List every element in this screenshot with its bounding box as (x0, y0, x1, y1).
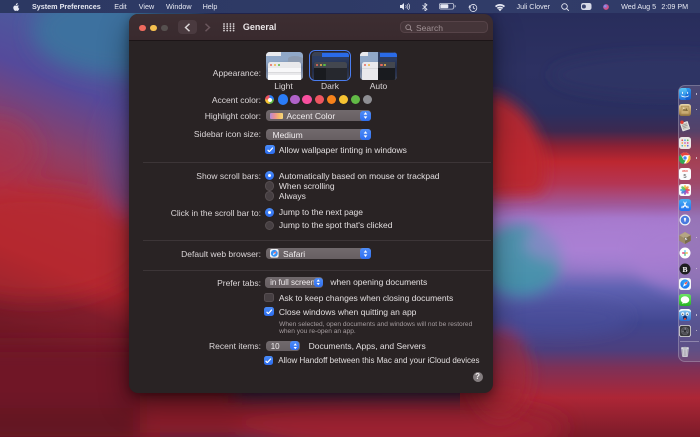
svg-text:WED: WED (682, 170, 688, 173)
svg-text:B: B (683, 265, 688, 274)
svg-text:5: 5 (684, 174, 687, 180)
